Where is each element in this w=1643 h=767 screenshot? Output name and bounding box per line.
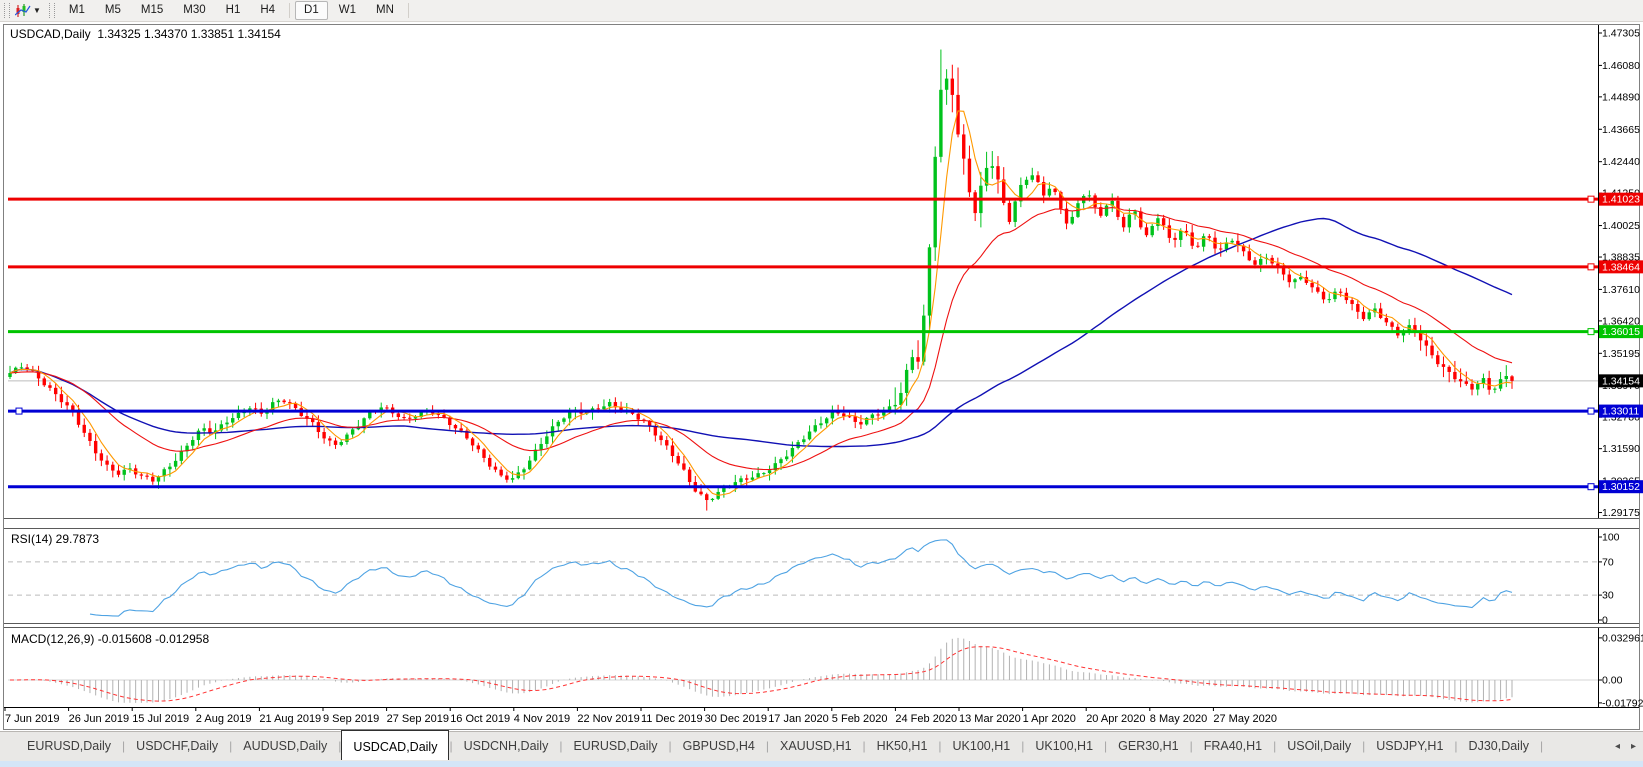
toolbar-grip[interactable]	[49, 3, 55, 18]
candlestick-chart-icon[interactable]	[14, 3, 32, 19]
tab-eurusd-daily[interactable]: EURUSD,Daily	[16, 732, 122, 760]
svg-text:16 Oct 2019: 16 Oct 2019	[450, 713, 510, 725]
svg-text:70: 70	[1602, 556, 1614, 568]
timeframe-m5-button[interactable]: M5	[96, 1, 130, 20]
line-handle[interactable]	[1588, 408, 1594, 414]
tab-dj30-daily[interactable]: DJ30,Daily	[1458, 732, 1540, 760]
svg-text:30: 30	[1602, 590, 1614, 602]
chevron-down-icon[interactable]: ▼	[33, 6, 41, 15]
tab-uk100-h1[interactable]: UK100,H1	[1024, 732, 1104, 760]
chart-window[interactable]: 1.473051.460801.448901.436651.424401.412…	[0, 22, 1643, 731]
macd-indicator-label: MACD(12,26,9) -0.015608 -0.012958	[11, 632, 209, 646]
ma-medium-line	[10, 208, 1512, 470]
tab-usdjpy-h1[interactable]: USDJPY,H1	[1365, 732, 1454, 760]
svg-text:24 Feb 2020: 24 Feb 2020	[895, 713, 957, 725]
tab-eurusd-daily[interactable]: EURUSD,Daily	[562, 732, 668, 760]
tab-ger30-h1[interactable]: GER30,H1	[1107, 732, 1189, 760]
svg-text:13 Mar 2020: 13 Mar 2020	[959, 713, 1021, 725]
svg-text:15 Jul 2019: 15 Jul 2019	[132, 713, 189, 725]
svg-text:11 Dec 2019: 11 Dec 2019	[641, 713, 703, 725]
timeframe-d1-button[interactable]: D1	[295, 1, 328, 20]
tabs-scroll-right-icon[interactable]: ▸	[1631, 741, 1636, 752]
svg-text:9 Sep 2019: 9 Sep 2019	[323, 713, 379, 725]
tab-usdchf-daily[interactable]: USDCHF,Daily	[125, 732, 229, 760]
timeframe-h4-button[interactable]: H4	[251, 1, 284, 20]
svg-text:27 Sep 2019: 27 Sep 2019	[387, 713, 449, 725]
svg-text:5 Feb 2020: 5 Feb 2020	[832, 713, 888, 725]
svg-text:1.31590: 1.31590	[1602, 443, 1640, 455]
timeframe-h1-button[interactable]: H1	[217, 1, 250, 20]
timeframe-w1-button[interactable]: W1	[330, 1, 365, 20]
timeframe-m15-button[interactable]: M15	[132, 1, 172, 20]
timeframe-toolbar: ▼ M1M5M15M30H1H4 D1W1MN	[0, 0, 1643, 22]
tab-separator: |	[1540, 732, 1543, 760]
svg-text:22 Nov 2019: 22 Nov 2019	[577, 713, 639, 725]
svg-text:21 Aug 2019: 21 Aug 2019	[259, 713, 321, 725]
tab-usdcad-daily[interactable]: USDCAD,Daily	[341, 730, 449, 760]
svg-text:1.36015: 1.36015	[1602, 326, 1640, 338]
svg-text:26 Jun 2019: 26 Jun 2019	[69, 713, 130, 725]
chart-title: USDCAD,Daily 1.34325 1.34370 1.33851 1.3…	[10, 27, 281, 41]
toolbar-separator	[289, 3, 290, 18]
tab-gbpusd-h4[interactable]: GBPUSD,H4	[672, 732, 766, 760]
tab-fra40-h1[interactable]: FRA40,H1	[1193, 732, 1273, 760]
svg-text:1.44890: 1.44890	[1602, 91, 1640, 103]
rsi-indicator-label: RSI(14) 29.7873	[11, 532, 99, 546]
svg-text:1.30152: 1.30152	[1602, 481, 1640, 493]
tab-usdcnh-daily[interactable]: USDCNH,Daily	[453, 732, 560, 760]
timeframe-m30-button[interactable]: M30	[174, 1, 214, 20]
svg-text:8 May 2020: 8 May 2020	[1150, 713, 1207, 725]
tabs-scroll-left-icon[interactable]: ◂	[1615, 741, 1620, 752]
svg-text:1.29175: 1.29175	[1602, 507, 1640, 519]
price-chart-canvas[interactable]: 1.473051.460801.448901.436651.424401.412…	[0, 22, 1643, 731]
svg-text:1.34154: 1.34154	[1602, 375, 1640, 387]
svg-text:7 Jun 2019: 7 Jun 2019	[5, 713, 59, 725]
tab-uk100-h1[interactable]: UK100,H1	[942, 732, 1022, 760]
svg-text:1.47305: 1.47305	[1602, 28, 1640, 40]
svg-text:20 Apr 2020: 20 Apr 2020	[1086, 713, 1145, 725]
statusbar-strip	[0, 761, 1643, 767]
svg-text:1.40025: 1.40025	[1602, 220, 1640, 232]
svg-text:1.38464: 1.38464	[1602, 261, 1640, 273]
svg-text:0.032961: 0.032961	[1602, 632, 1643, 644]
svg-text:1.41023: 1.41023	[1602, 194, 1640, 206]
svg-text:2 Aug 2019: 2 Aug 2019	[196, 713, 252, 725]
svg-text:1 Apr 2020: 1 Apr 2020	[1023, 713, 1076, 725]
svg-text:1.35195: 1.35195	[1602, 348, 1640, 360]
svg-text:30 Dec 2019: 30 Dec 2019	[705, 713, 767, 725]
svg-text:1.37610: 1.37610	[1602, 284, 1640, 296]
rsi-line	[90, 540, 1512, 616]
svg-text:0.00: 0.00	[1602, 675, 1623, 687]
svg-text:-0.017921: -0.017921	[1602, 697, 1643, 709]
tab-xauusd-h1[interactable]: XAUUSD,H1	[769, 732, 863, 760]
timeframe-m1-button[interactable]: M1	[60, 1, 94, 20]
svg-text:1.33011: 1.33011	[1602, 406, 1639, 418]
svg-text:4 Nov 2019: 4 Nov 2019	[514, 713, 570, 725]
svg-text:1.46080: 1.46080	[1602, 60, 1640, 72]
toolbar-grip[interactable]	[4, 3, 10, 18]
line-handle[interactable]	[1588, 196, 1594, 202]
macd-histogram	[10, 638, 1512, 703]
toolbar-separator	[408, 3, 409, 18]
svg-text:0: 0	[1602, 615, 1608, 627]
svg-text:1.42440: 1.42440	[1602, 156, 1640, 168]
symbol-tab-bar: EURUSD,Daily|USDCHF,Daily|AUDUSD,Daily|U…	[0, 731, 1643, 767]
tab-hk50-h1[interactable]: HK50,H1	[866, 732, 939, 760]
tab-audusd-daily[interactable]: AUDUSD,Daily	[232, 732, 338, 760]
timeframe-mn-button[interactable]: MN	[367, 1, 403, 20]
svg-text:17 Jan 2020: 17 Jan 2020	[768, 713, 829, 725]
line-handle[interactable]	[1588, 329, 1594, 335]
svg-text:27 May 2020: 27 May 2020	[1213, 713, 1277, 725]
svg-text:1.43665: 1.43665	[1602, 124, 1640, 136]
svg-text:100: 100	[1602, 532, 1620, 544]
macd-signal-line	[10, 647, 1512, 701]
line-handle[interactable]	[16, 408, 22, 414]
tab-usoil-daily[interactable]: USOil,Daily	[1276, 732, 1362, 760]
line-handle[interactable]	[1588, 264, 1594, 270]
line-handle[interactable]	[1588, 484, 1594, 490]
